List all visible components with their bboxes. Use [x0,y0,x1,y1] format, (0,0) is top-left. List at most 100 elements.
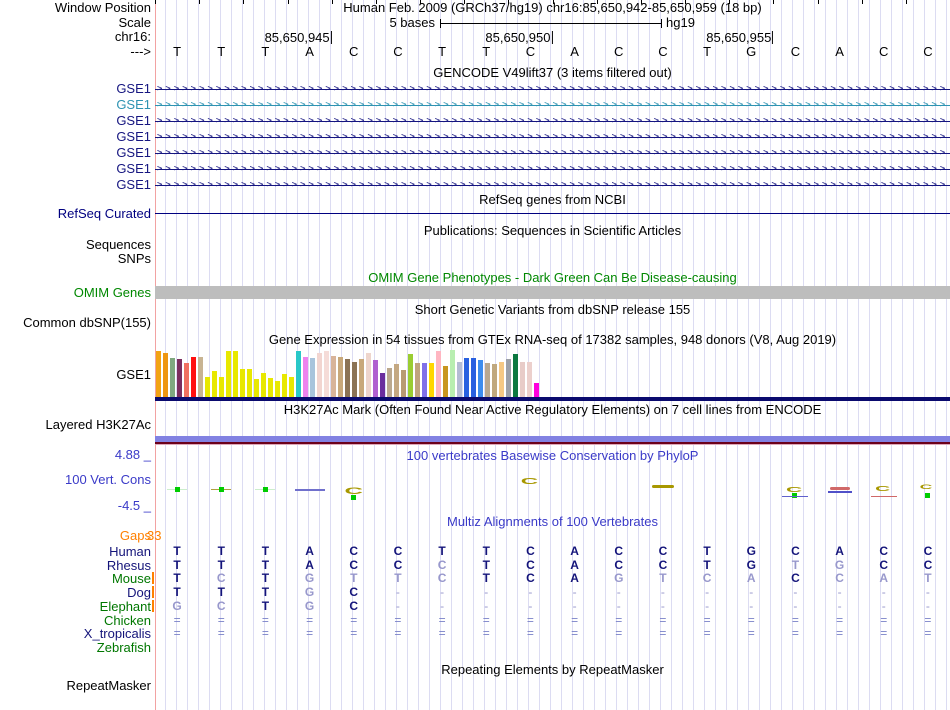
alignment-base: T [217,544,225,558]
h3k27ac-track-title[interactable]: H3K27Ac Mark (Often Found Near Active Re… [155,403,950,417]
strand-arrow-label: ---> [130,44,151,59]
gtex-track-title[interactable]: Gene Expression in 54 tissues from GTEx … [155,333,950,347]
dbsnp-track-title[interactable]: Short Genetic Variants from dbSNP releas… [155,303,950,317]
common-dbsnp-label[interactable]: Common dbSNP(155) [0,316,151,330]
gtex-bar [275,381,280,397]
omim-genes-item[interactable] [155,286,950,299]
repeatmasker-label[interactable]: RepeatMasker [0,679,151,693]
coordinate-label: 85,650,950 [485,30,553,45]
alignment-base: C [526,544,535,558]
snps-label[interactable]: SNPs [0,252,151,266]
species-label[interactable]: Zebrafish [0,641,151,654]
gtex-bar [303,357,308,397]
repeatmasker-track-title[interactable]: Repeating Elements by RepeatMasker [155,663,950,677]
conservation-glyph-C: C [874,484,890,493]
gtex-bar [436,351,441,397]
gtex-bar [471,358,476,397]
base-letter: C [525,44,536,59]
refseq-track-title[interactable]: RefSeq genes from NCBI [155,193,950,207]
gtex-bar [282,374,287,397]
gtex-bar [506,359,511,397]
conservation-glyph-C: C [919,483,933,491]
alignment-base: = [791,626,799,640]
species-orange-tick [152,572,154,584]
gtex-bar [198,357,203,397]
gse1-row-label[interactable]: GSE1 [0,178,151,192]
gse1-exon-bar[interactable] [155,397,950,401]
gse1-direction-arrows: >>>>>>>>>>>>>>>>>>>>>>>>>>>>>>>>>>>>>>>>… [157,149,948,158]
gencode-track-title[interactable]: GENCODE V49lift37 (3 items filtered out) [155,66,950,80]
gtex-expression-bars[interactable] [156,350,551,397]
sequences-label[interactable]: Sequences [0,238,151,252]
gse1-direction-arrows: >>>>>>>>>>>>>>>>>>>>>>>>>>>>>>>>>>>>>>>>… [157,117,948,126]
gtex-bar [331,356,336,397]
ucsc-genome-browser-view: Window Position Human Feb. 2009 (GRCh37/… [0,0,950,710]
species-label[interactable]: X_tropicalis [0,627,151,640]
gaps-label[interactable]: Gaps [0,529,151,543]
alignment-base: T [482,571,490,585]
alignment-base: - [395,585,400,599]
gtex-bar [415,363,420,397]
species-label[interactable]: Dog [0,586,151,599]
gtex-bar [177,359,182,397]
gtex-bar [219,377,224,397]
window-position-value: Human Feb. 2009 (GRCh37/hg19) chr16:85,6… [343,0,762,15]
alignment-base: T [173,585,181,599]
gtex-bar [317,353,322,397]
alignment-base: = [747,626,755,640]
gtex-bar [492,364,497,397]
alignment-base: T [261,585,270,599]
gse1-row-label[interactable]: GSE1 [0,82,151,96]
multiz-track-title[interactable]: Multiz Alignments of 100 Vertebrates [155,515,950,529]
omim-genes-label[interactable]: OMIM Genes [0,286,151,300]
gse1-direction-arrows: >>>>>>>>>>>>>>>>>>>>>>>>>>>>>>>>>>>>>>>>… [157,181,948,190]
gtex-bar [478,360,483,397]
publications-track-title[interactable]: Publications: Sequences in Scientific Ar… [155,224,950,238]
alignment-base: C [879,544,889,558]
refseq-curated-label[interactable]: RefSeq Curated [0,207,151,221]
alignment-base: C [526,571,535,585]
alignment-base: T [394,571,402,585]
omim-track-title[interactable]: OMIM Gene Phenotypes - Dark Green Can Be… [155,271,950,285]
gse1-row-label[interactable]: GSE1 [0,162,151,176]
gse1-row-label[interactable]: GSE1 [0,130,151,144]
alignment-base: - [793,599,798,613]
gtex-bar [380,373,385,397]
gtex-bar [499,362,504,397]
species-label[interactable]: Mouse [0,572,151,585]
species-label[interactable]: Elephant [0,600,151,613]
conservation-label[interactable]: 100 Vert. Cons [0,473,151,487]
coordinate-label: 85,650,945 [264,30,332,45]
alignment-base: C [614,544,624,558]
gse1-row-label[interactable]: GSE1 [0,98,151,112]
base-letter: T [217,44,226,59]
alignment-base: T [659,571,667,585]
species-label[interactable]: Human [0,545,151,558]
refseq-curated-item[interactable] [155,213,950,214]
gtex-bar [520,362,525,397]
gtex-bar [205,377,210,397]
conservation-min-label: -4.5 _ [117,498,151,513]
alignment-base: = [659,626,667,640]
gse1-row-label[interactable]: GSE1 [0,146,151,160]
alignment-base: C [216,599,226,613]
base-letter: A [305,44,314,59]
gse1-row-label[interactable]: GSE1 [0,114,151,128]
alignment-base: A [570,544,579,558]
conservation-track-title[interactable]: 100 vertebrates Basewise Conservation by… [155,449,950,463]
gtex-gse1-label[interactable]: GSE1 [0,368,151,382]
alignment-base: G [614,571,624,585]
alignment-base: - [616,585,621,599]
alignment-base: T [173,544,181,558]
gtex-bar [268,378,273,397]
gtex-bar [359,359,364,397]
gtex-bar [429,363,434,397]
scale-assembly: hg19 [666,15,695,30]
layered-h3k27ac-label[interactable]: Layered H3K27Ac [0,418,151,432]
conservation-glyph-dot [924,493,930,498]
alignment-base: C [393,544,403,558]
alignment-base: G [304,571,315,585]
gtex-bar [485,363,490,397]
conservation-glyph-dot [350,495,356,500]
conservation-glyph-dot [263,487,269,492]
